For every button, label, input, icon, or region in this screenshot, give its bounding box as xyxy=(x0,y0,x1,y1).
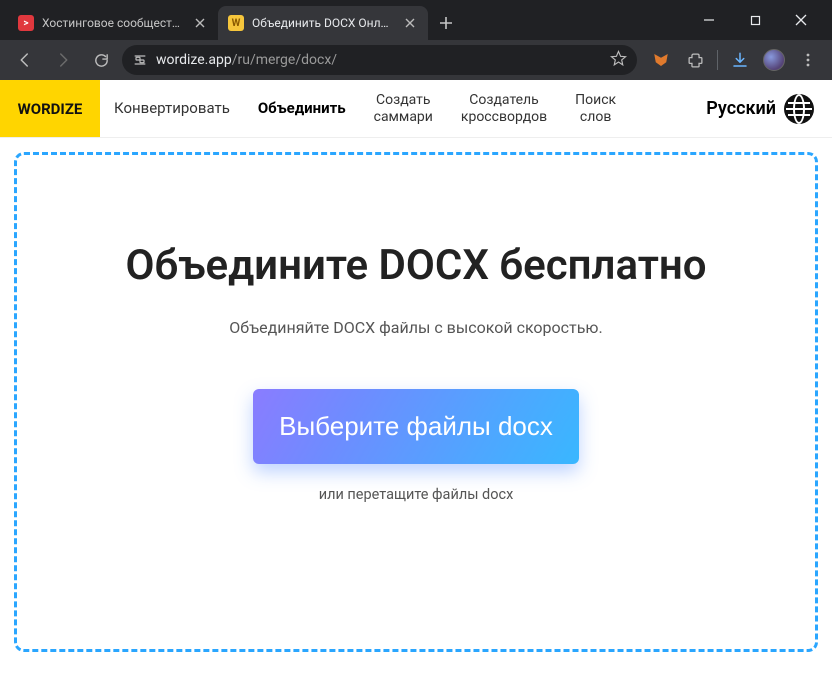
url-text: wordize.app/ru/merge/docx/ xyxy=(156,52,602,68)
tab-title: Объединить DOCX Онлайн xyxy=(252,16,394,30)
extensions-icon[interactable] xyxy=(679,44,711,76)
logo[interactable]: WORDIZE xyxy=(0,80,100,137)
language-selector[interactable]: Русский xyxy=(706,94,832,124)
address-bar: wordize.app/ru/merge/docx/ xyxy=(0,40,832,80)
language-label: Русский xyxy=(706,98,776,119)
file-dropzone[interactable]: Объедините DOCX бесплатно Объединяйте DO… xyxy=(14,152,818,652)
dropzone-container: Объедините DOCX бесплатно Объединяйте DO… xyxy=(0,138,832,652)
toolbar-icons xyxy=(645,44,824,76)
url-path: /ru/merge/docx/ xyxy=(232,52,337,68)
site-header: WORDIZE Конвертировать Объединить Создат… xyxy=(0,80,832,138)
maximize-button[interactable] xyxy=(732,4,778,36)
tab-strip: > Хостинговое сообщество «Tim W Объедини… xyxy=(8,6,686,40)
nav-summary-line1: Создать xyxy=(376,92,431,108)
nav-crossword-line2: кроссвордов xyxy=(461,109,547,125)
favicon-icon: W xyxy=(228,15,244,31)
extension-metamask-icon[interactable] xyxy=(645,44,677,76)
choose-files-button[interactable]: Выберите файлы docx xyxy=(253,389,579,464)
drop-hint: или перетащите файлы docx xyxy=(319,486,514,503)
nav-crossword-line1: Создатель xyxy=(469,92,538,108)
back-button[interactable] xyxy=(8,44,42,76)
nav-wordsearch-line1: Поиск xyxy=(575,92,616,108)
nav-convert[interactable]: Конвертировать xyxy=(100,80,244,137)
browser-tab-inactive[interactable]: > Хостинговое сообщество «Tim xyxy=(8,6,218,40)
bookmark-icon[interactable] xyxy=(610,50,627,71)
tab-title: Хостинговое сообщество «Tim xyxy=(42,16,184,30)
url-field[interactable]: wordize.app/ru/merge/docx/ xyxy=(122,45,637,75)
globe-icon xyxy=(784,94,814,124)
browser-titlebar: > Хостинговое сообщество «Tim W Объедини… xyxy=(0,0,832,40)
hero-subtitle: Объединяйте DOCX файлы с высокой скорост… xyxy=(229,318,602,337)
window-controls xyxy=(686,0,824,40)
forward-button[interactable] xyxy=(46,44,80,76)
close-icon[interactable] xyxy=(192,15,208,31)
nav-crossword[interactable]: Создатель кроссвордов xyxy=(447,80,561,137)
close-icon[interactable] xyxy=(402,15,418,31)
chrome-menu-icon[interactable] xyxy=(792,44,824,76)
toolbar-divider xyxy=(717,50,718,70)
site-nav: Конвертировать Объединить Создать саммар… xyxy=(100,80,832,137)
nav-merge[interactable]: Объединить xyxy=(244,80,360,137)
page-content: WORDIZE Конвертировать Объединить Создат… xyxy=(0,80,832,689)
nav-wordsearch[interactable]: Поиск слов xyxy=(561,80,630,137)
browser-tab-active[interactable]: W Объединить DOCX Онлайн xyxy=(218,6,428,40)
nav-summary[interactable]: Создать саммари xyxy=(360,80,447,137)
hero-title: Объедините DOCX бесплатно xyxy=(126,241,707,290)
favicon-icon: > xyxy=(18,15,34,31)
reload-button[interactable] xyxy=(84,44,118,76)
site-settings-icon[interactable] xyxy=(132,52,148,68)
nav-summary-line2: саммари xyxy=(374,109,433,125)
downloads-icon[interactable] xyxy=(724,44,756,76)
url-host: wordize.app xyxy=(156,52,232,68)
close-window-button[interactable] xyxy=(778,4,824,36)
profile-avatar[interactable] xyxy=(758,44,790,76)
nav-wordsearch-line2: слов xyxy=(580,109,611,125)
new-tab-button[interactable] xyxy=(432,9,460,37)
minimize-button[interactable] xyxy=(686,4,732,36)
